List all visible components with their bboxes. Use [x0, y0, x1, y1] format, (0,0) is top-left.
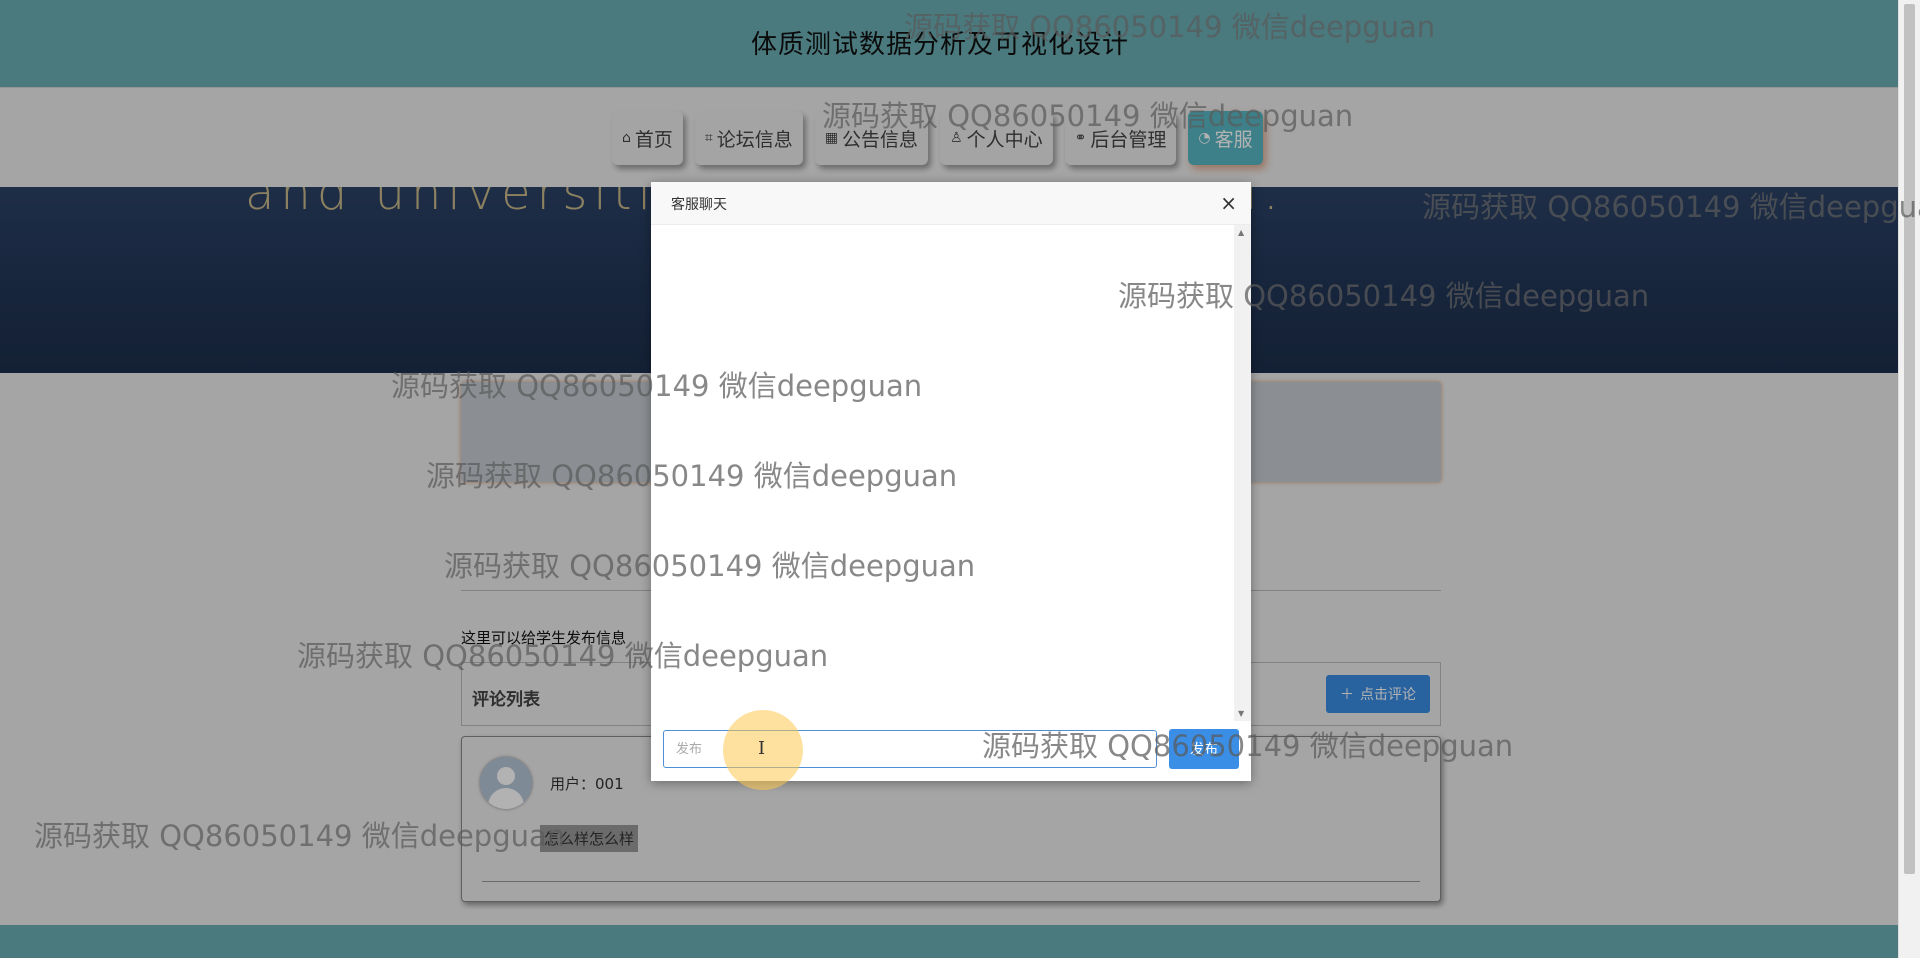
- modal-title: 客服聊天: [671, 197, 727, 213]
- scroll-down-icon[interactable]: ▼: [1238, 709, 1244, 718]
- chat-messages: [651, 225, 1234, 721]
- page-scrollbar[interactable]: [1898, 0, 1920, 958]
- modal-header: 客服聊天 ×: [651, 182, 1251, 225]
- close-icon[interactable]: ×: [1220, 191, 1237, 215]
- chat-input-bar: 发布: [651, 721, 1251, 781]
- text-cursor-icon: I: [758, 738, 766, 759]
- page-scrollbar-thumb[interactable]: [1904, 4, 1915, 874]
- chat-input[interactable]: [663, 730, 1157, 768]
- chat-modal: 客服聊天 × ▲ ▼ 发布: [651, 182, 1251, 781]
- scroll-up-icon[interactable]: ▲: [1238, 228, 1244, 237]
- send-button[interactable]: 发布: [1169, 729, 1239, 769]
- chat-scrollbar[interactable]: ▲ ▼: [1234, 225, 1251, 721]
